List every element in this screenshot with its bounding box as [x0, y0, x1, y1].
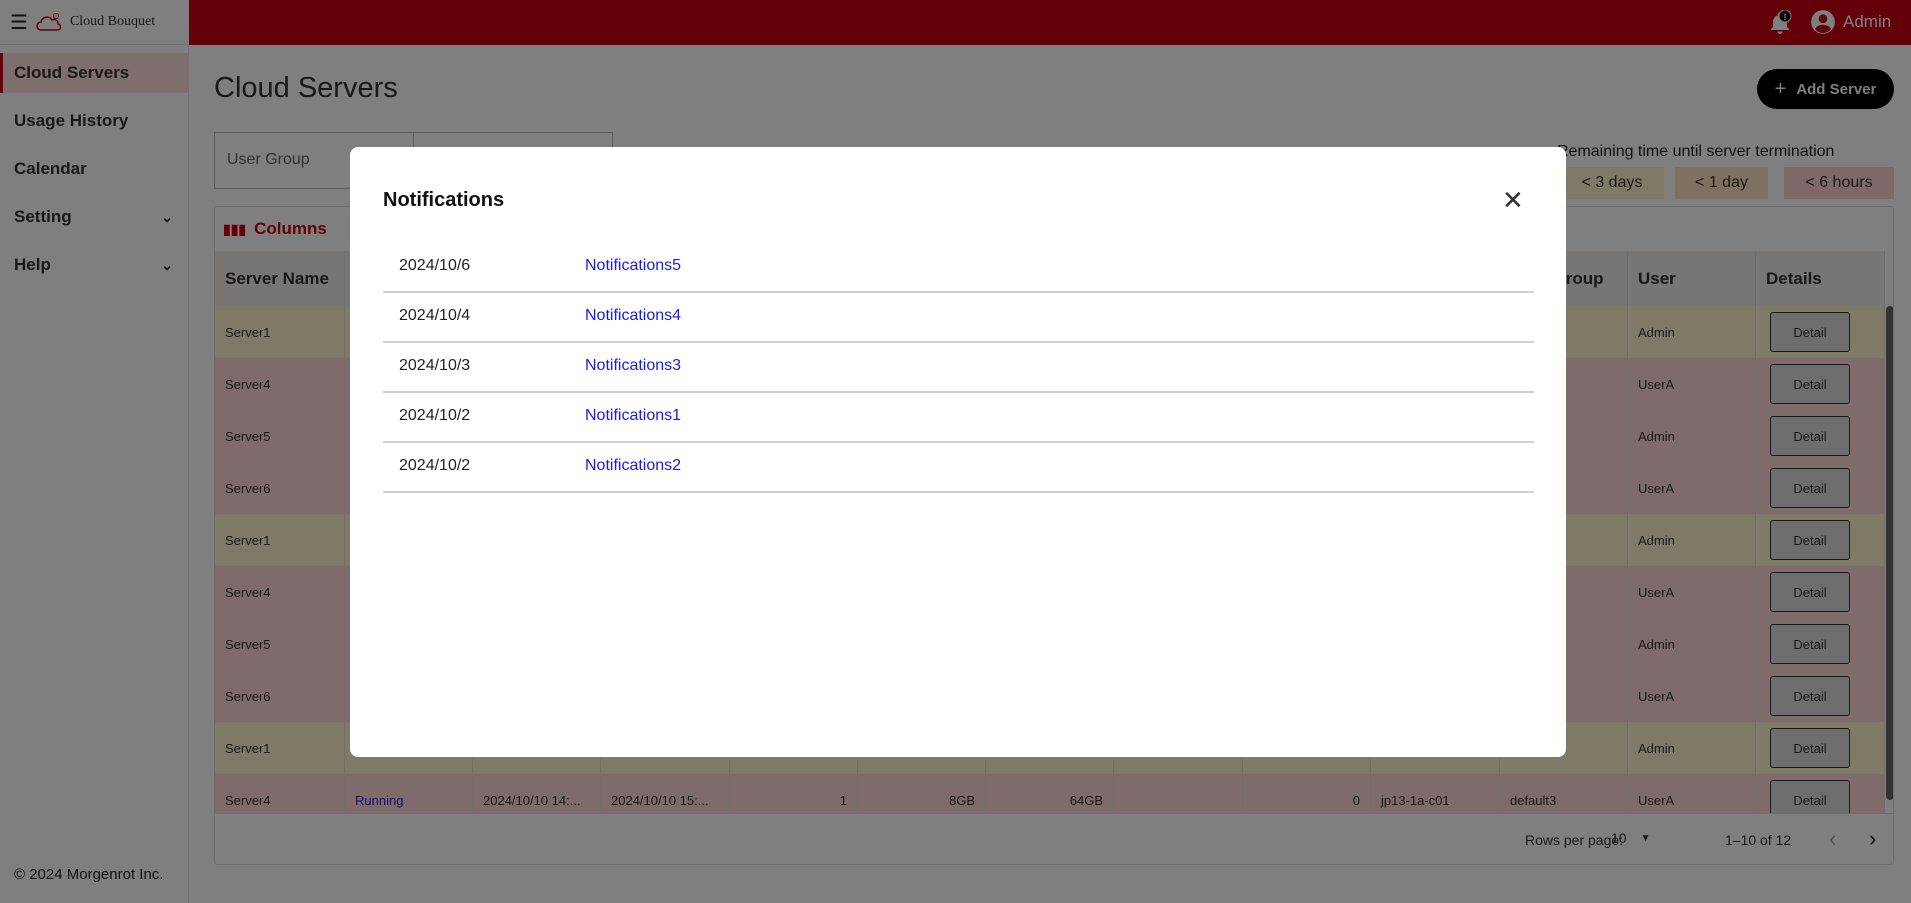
close-icon[interactable]: ✕ [1502, 187, 1524, 213]
notification-item: 2024/10/4 Notifications4 [383, 293, 1534, 343]
notification-link[interactable]: Notifications3 [585, 357, 681, 375]
notification-link[interactable]: Notifications5 [585, 257, 681, 275]
notification-link[interactable]: Notifications4 [585, 307, 681, 325]
notification-date: 2024/10/4 [399, 307, 471, 324]
notification-date: 2024/10/6 [399, 257, 471, 274]
notification-date: 2024/10/2 [399, 457, 471, 474]
notification-item: 2024/10/3 Notifications3 [383, 343, 1534, 393]
notification-link[interactable]: Notifications2 [585, 457, 681, 475]
notifications-dialog: Notifications ✕ 2024/10/6 Notifications5 2… [350, 147, 1566, 757]
dialog-title: Notifications [383, 189, 505, 211]
notification-item: 2024/10/2 Notifications2 [383, 443, 1534, 493]
notification-item: 2024/10/2 Notifications1 [383, 393, 1534, 443]
notification-date: 2024/10/3 [399, 357, 471, 374]
notification-item: 2024/10/6 Notifications5 [383, 243, 1534, 293]
notification-date: 2024/10/2 [399, 407, 471, 424]
notification-link[interactable]: Notifications1 [585, 407, 681, 425]
